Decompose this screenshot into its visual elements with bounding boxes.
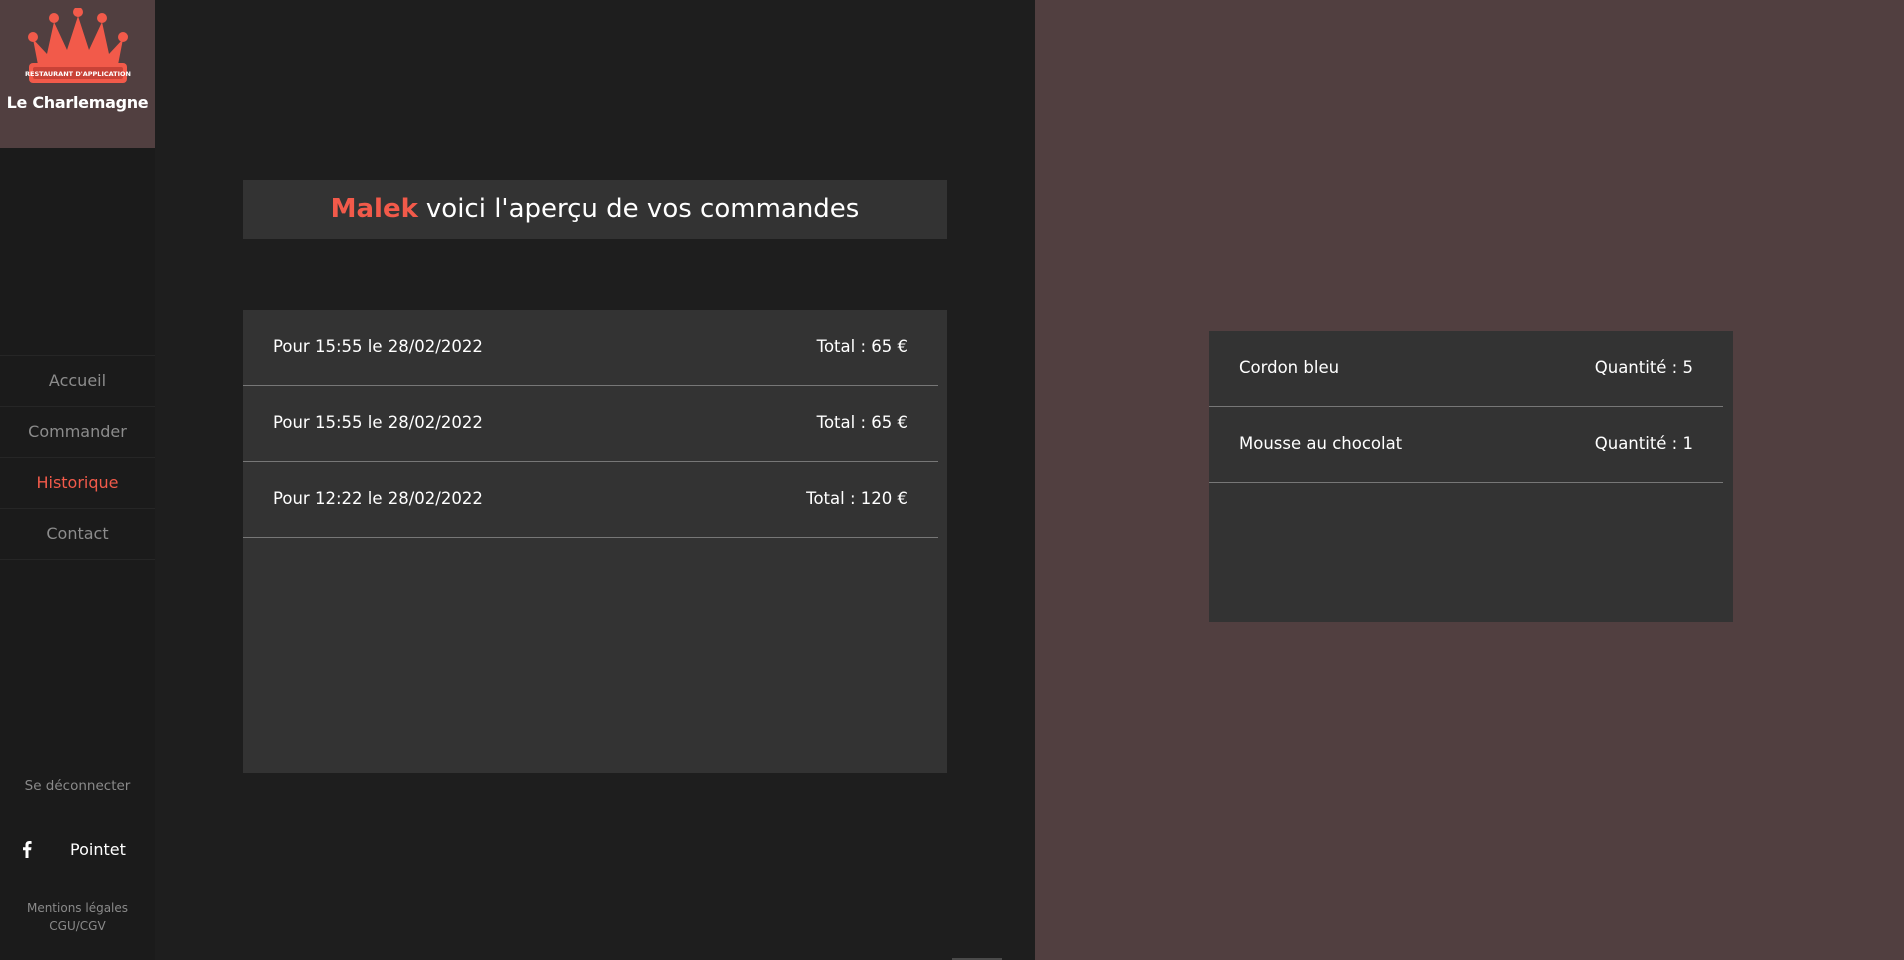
logo[interactable]: RESTAURANT D'APPLICATION Le Charlemagne — [0, 0, 155, 148]
order-total: Total : 65 € — [816, 337, 908, 356]
order-row[interactable]: Pour 15:55 le 28/02/2022 Total : 65 € — [243, 386, 938, 462]
dish-quantity: Quantité : 1 — [1594, 434, 1693, 453]
terms-link[interactable]: CGU/CGV — [0, 917, 155, 935]
logout-link[interactable]: Se déconnecter — [0, 778, 155, 794]
order-detail-panel: Cordon bleu Quantité : 5 Mousse au choco… — [1035, 0, 1904, 960]
social-link[interactable]: Pointet — [0, 838, 155, 862]
sidebar: RESTAURANT D'APPLICATION Le Charlemagne … — [0, 0, 155, 960]
nav-item-commander[interactable]: Commander — [0, 407, 155, 458]
order-date: Pour 15:55 le 28/02/2022 — [273, 413, 483, 432]
order-date: Pour 12:22 le 28/02/2022 — [273, 489, 483, 508]
nav-item-historique[interactable]: Historique — [0, 458, 155, 509]
legal-notice-link[interactable]: Mentions légales — [0, 899, 155, 917]
detail-row: Cordon bleu Quantité : 5 — [1209, 331, 1723, 407]
social-label[interactable]: Pointet — [70, 840, 126, 859]
title-message: voici l'aperçu de vos commandes — [425, 194, 860, 224]
order-row[interactable]: Pour 15:55 le 28/02/2022 Total : 65 € — [243, 310, 938, 386]
dish-quantity: Quantité : 5 — [1594, 358, 1693, 377]
order-total: Total : 65 € — [816, 413, 908, 432]
user-name: Malek — [330, 194, 418, 224]
order-total: Total : 120 € — [806, 489, 908, 508]
order-row[interactable]: Pour 12:22 le 28/02/2022 Total : 120 € — [243, 462, 938, 538]
facebook-icon — [23, 841, 32, 858]
nav-item-contact[interactable]: Contact — [0, 509, 155, 560]
crown-logo-icon: RESTAURANT D'APPLICATION — [25, 8, 131, 83]
main-nav: Accueil Commander Historique Contact — [0, 355, 155, 560]
order-detail-list: Cordon bleu Quantité : 5 Mousse au choco… — [1209, 331, 1733, 622]
orders-list: Pour 15:55 le 28/02/2022 Total : 65 € Po… — [243, 310, 947, 773]
logo-badge-text: RESTAURANT D'APPLICATION — [25, 70, 131, 78]
nav-item-accueil[interactable]: Accueil — [0, 356, 155, 407]
dish-name: Cordon bleu — [1239, 358, 1340, 377]
brand-name: Le Charlemagne — [6, 93, 149, 112]
detail-row: Mousse au chocolat Quantité : 1 — [1209, 407, 1723, 483]
dish-name: Mousse au chocolat — [1239, 434, 1403, 453]
order-date: Pour 15:55 le 28/02/2022 — [273, 337, 483, 356]
legal-links: Mentions légales CGU/CGV — [0, 899, 155, 935]
page-title: Malek voici l'aperçu de vos commandes — [243, 180, 947, 239]
